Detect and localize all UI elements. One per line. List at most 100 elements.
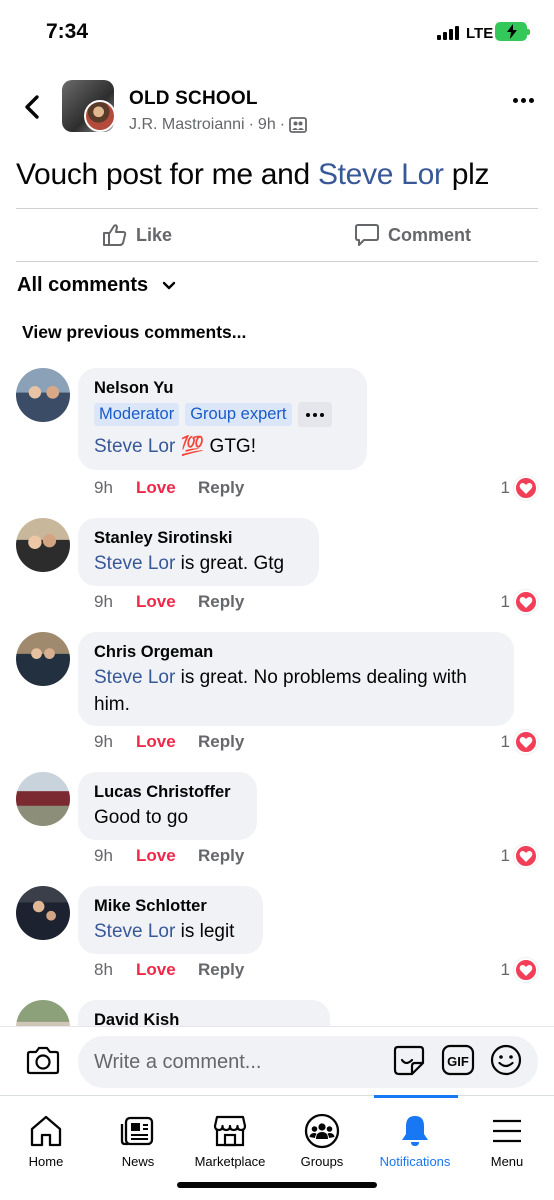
network-type: LTE: [466, 25, 494, 42]
tab-notifications[interactable]: Notifications: [369, 1096, 461, 1169]
avatar[interactable]: [16, 772, 70, 826]
reaction-count[interactable]: 1: [501, 476, 538, 500]
comment-author[interactable]: David Kish: [94, 1010, 314, 1026]
sticker-icon: [393, 1045, 425, 1076]
emoji-icon: [490, 1044, 522, 1076]
mention-link[interactable]: Steve Lor: [94, 436, 175, 457]
group-audience-icon: [289, 117, 307, 133]
comment-text: Steve Lor is great. Gtg: [94, 550, 303, 577]
tab-label: Notifications: [379, 1154, 451, 1169]
reply-button[interactable]: Reply: [198, 732, 244, 752]
camera-button[interactable]: [26, 1045, 60, 1080]
reaction-count[interactable]: 1: [501, 730, 538, 754]
author-avatar[interactable]: [84, 100, 114, 132]
love-button[interactable]: Love: [136, 960, 198, 980]
moderator-badge[interactable]: Moderator: [94, 403, 180, 426]
like-button[interactable]: Like: [102, 223, 172, 247]
reply-button[interactable]: Reply: [198, 592, 244, 612]
comment-time[interactable]: 9h: [94, 592, 136, 612]
comment-sort-dropdown[interactable]: All comments: [17, 274, 176, 297]
heart-icon: [514, 958, 538, 982]
comment-author[interactable]: Mike Schlotter: [94, 896, 247, 916]
reply-button[interactable]: Reply: [198, 478, 244, 498]
comment-text-part: him.: [94, 694, 130, 715]
view-previous-comments[interactable]: View previous comments...: [22, 322, 246, 343]
comment-meta: 9h Love Reply: [94, 846, 244, 866]
badge-more-button[interactable]: [297, 402, 332, 427]
marketplace-icon: [184, 1108, 276, 1154]
mention-link[interactable]: Steve Lor: [94, 553, 175, 574]
comment-author[interactable]: Stanley Sirotinski: [94, 528, 303, 548]
comment-bubble: Lucas Christoffer Good to go: [78, 772, 257, 840]
love-button[interactable]: Love: [136, 592, 198, 612]
tab-menu[interactable]: Menu: [461, 1096, 553, 1169]
comment-text: Steve Lor 💯 GTG!: [94, 433, 351, 460]
comment-text-part: is great. Gtg: [180, 553, 285, 574]
post-text: Vouch post for me and Steve Lor plz: [16, 158, 489, 192]
reaction-count-value: 1: [500, 478, 510, 497]
separator-dot: ·: [279, 116, 286, 133]
reply-button[interactable]: Reply: [198, 960, 244, 980]
comment-text-part: 💯 GTG!: [180, 436, 256, 457]
thumbs-up-icon: [103, 224, 127, 246]
avatar[interactable]: [16, 518, 70, 572]
tab-news[interactable]: News: [92, 1096, 184, 1169]
tab-label: Marketplace: [194, 1154, 266, 1169]
news-icon: [92, 1108, 184, 1154]
reaction-count[interactable]: 1: [501, 844, 538, 868]
tab-label: News: [121, 1154, 155, 1169]
gif-icon: GIF: [441, 1044, 475, 1076]
tab-home[interactable]: Home: [0, 1096, 92, 1169]
comment-author[interactable]: Lucas Christoffer: [94, 782, 241, 802]
reaction-count[interactable]: 1: [501, 958, 538, 982]
comment-author[interactable]: Nelson Yu: [94, 378, 351, 398]
more-options-button[interactable]: [513, 98, 534, 103]
tab-marketplace[interactable]: Marketplace: [184, 1096, 276, 1169]
avatar[interactable]: [16, 368, 70, 422]
emoji-button[interactable]: [489, 1043, 523, 1082]
group-name[interactable]: OLD SCHOOL: [129, 88, 258, 110]
comment-time[interactable]: 9h: [94, 478, 136, 498]
post-time: 9h: [257, 116, 276, 133]
comment-meta: 9h Love Reply: [94, 732, 244, 752]
heart-icon: [514, 476, 538, 500]
status-time: 7:34: [46, 20, 89, 43]
avatar[interactable]: [16, 886, 70, 940]
heart-icon: [514, 730, 538, 754]
group-avatar[interactable]: [62, 80, 114, 132]
comment-time[interactable]: 9h: [94, 846, 136, 866]
reaction-count-value: 1: [500, 960, 510, 979]
badge-row: Moderator Group expert: [94, 402, 351, 427]
comment-time[interactable]: 8h: [94, 960, 136, 980]
group-expert-badge[interactable]: Group expert: [185, 403, 292, 426]
avatar[interactable]: [16, 1000, 70, 1026]
gif-button[interactable]: GIF: [441, 1043, 475, 1082]
comment-button[interactable]: Comment: [354, 223, 554, 247]
reply-button[interactable]: Reply: [198, 846, 244, 866]
comment-time[interactable]: 9h: [94, 732, 136, 752]
comment-bubble: David Kish: [78, 1000, 330, 1026]
tab-label: Menu: [490, 1154, 524, 1169]
post-author[interactable]: J.R. Mastroianni: [129, 116, 245, 134]
back-button[interactable]: [18, 92, 48, 122]
svg-text:GIF: GIF: [447, 1054, 469, 1069]
mention-link[interactable]: Steve Lor: [94, 667, 175, 688]
groups-icon: [276, 1108, 368, 1154]
home-indicator[interactable]: [177, 1182, 377, 1188]
comment-meta: 8h Love Reply: [94, 960, 244, 980]
avatar[interactable]: [16, 632, 70, 686]
post-text-part: Vouch post for me and: [16, 158, 318, 191]
mention-link[interactable]: Steve Lor: [318, 158, 444, 191]
love-button[interactable]: Love: [136, 478, 198, 498]
love-button[interactable]: Love: [136, 732, 198, 752]
love-button[interactable]: Love: [136, 846, 198, 866]
mention-link[interactable]: Steve Lor: [94, 921, 175, 942]
comment-label: Comment: [388, 224, 472, 245]
comment-bubble: Mike Schlotter Steve Lor is legit: [78, 886, 263, 954]
sticker-button[interactable]: [392, 1043, 426, 1082]
comment-icon: [355, 224, 379, 246]
comment-author[interactable]: Chris Orgeman: [94, 642, 498, 662]
comment-meta: 9h Love Reply: [94, 478, 244, 498]
tab-groups[interactable]: Groups: [276, 1096, 368, 1169]
reaction-count[interactable]: 1: [501, 590, 538, 614]
